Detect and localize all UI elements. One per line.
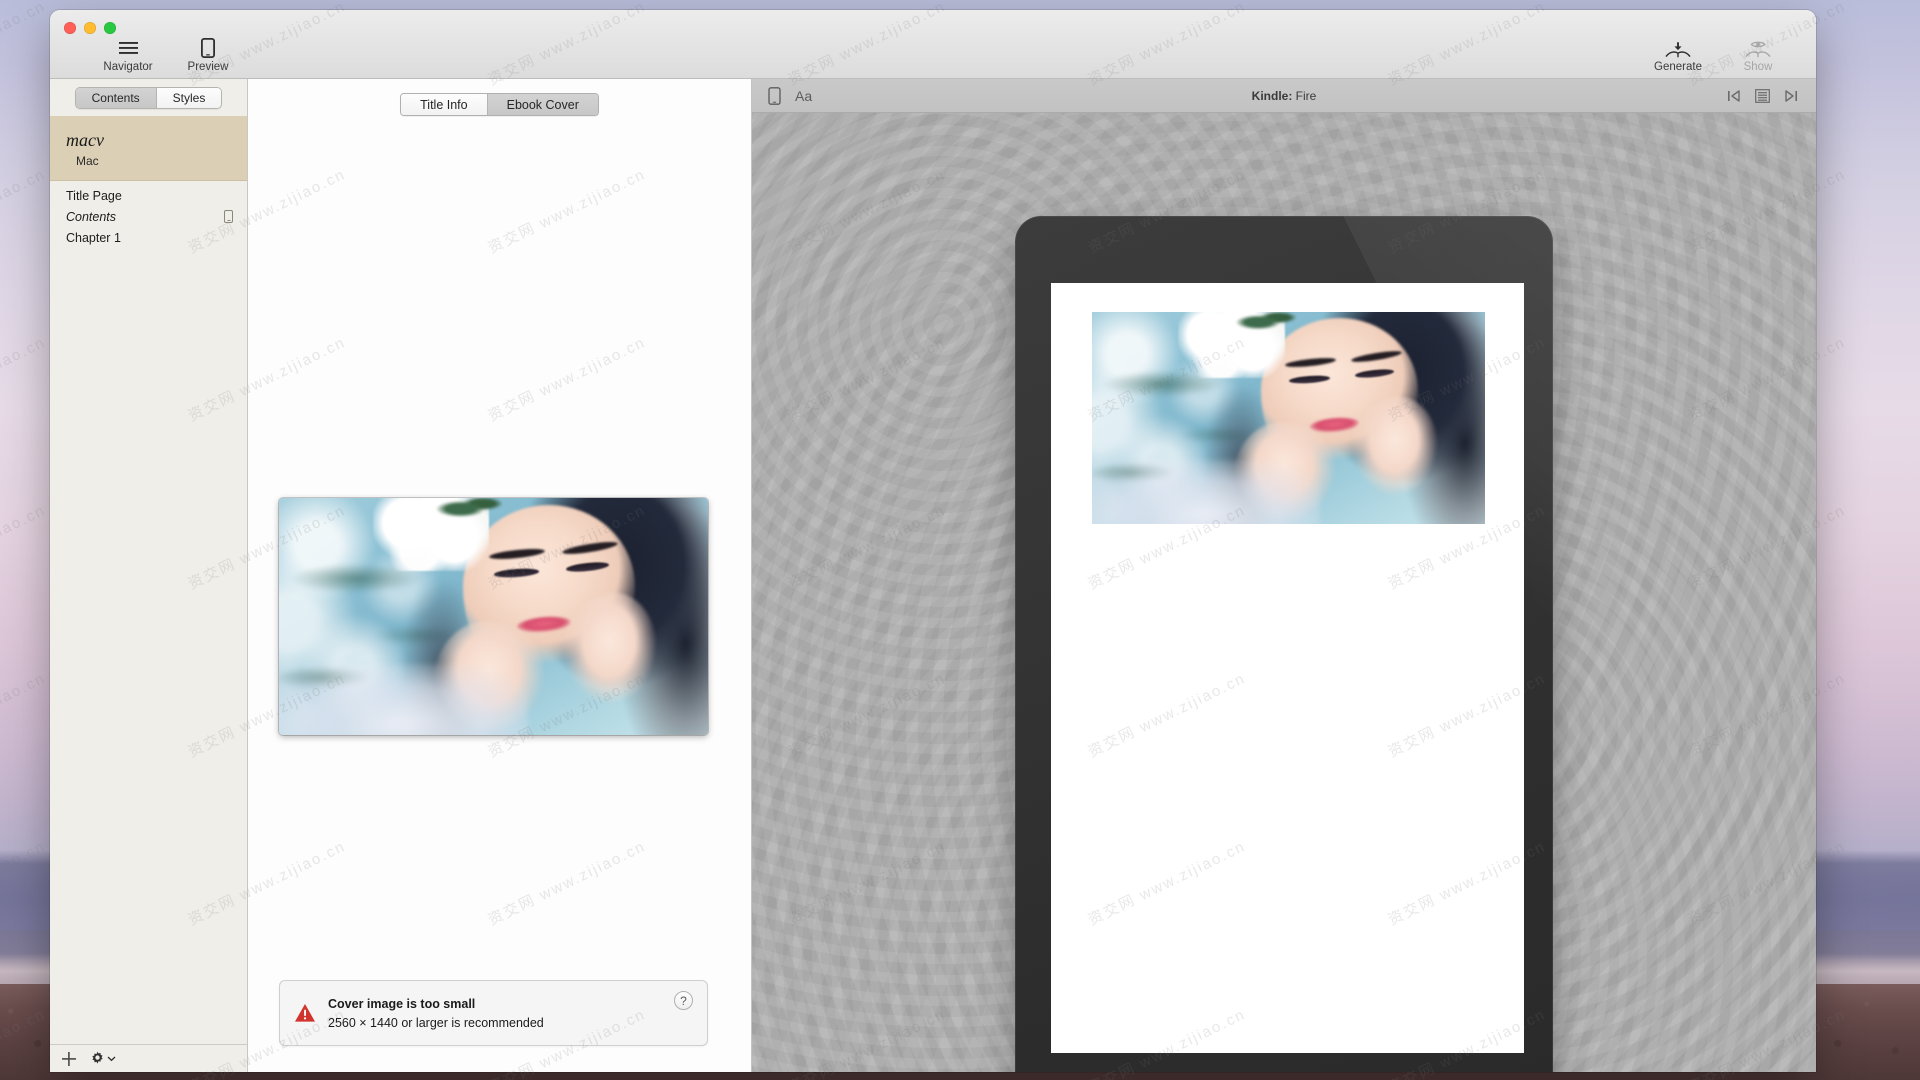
traffic-lights xyxy=(64,22,116,34)
toolbar-right-group: Generate Show xyxy=(1652,38,1784,74)
tab-styles[interactable]: Styles xyxy=(156,88,222,108)
navigator-toggle-label: Navigator xyxy=(103,61,152,74)
generate-button[interactable]: Generate xyxy=(1652,38,1704,74)
alert-message: 2560 × 1440 or larger is recommended xyxy=(328,1015,674,1032)
app-window: Navigator Preview xyxy=(50,10,1816,1072)
actions-menu-button[interactable] xyxy=(90,1051,116,1066)
gear-icon xyxy=(90,1051,105,1066)
tab-ebook-cover[interactable]: Ebook Cover xyxy=(487,94,598,115)
list-item[interactable]: Title Page xyxy=(50,185,247,206)
tab-contents[interactable]: Contents xyxy=(76,88,156,108)
preview-toolbar-right xyxy=(1727,89,1798,103)
toolbar-left-group: Navigator Preview xyxy=(102,38,234,74)
document-label: Chapter 1 xyxy=(66,231,121,245)
sidebar: Contents Styles macv Mac Title Page Cont… xyxy=(50,79,248,1072)
navigator-toggle-button[interactable]: Navigator xyxy=(102,38,154,74)
first-page-icon[interactable] xyxy=(1727,89,1741,103)
device-frame-tablet xyxy=(1015,216,1553,1072)
sidebar-segmented-control: Contents Styles xyxy=(75,87,223,109)
cover-warning-alert: Cover image is too small 2560 × 1440 or … xyxy=(279,980,708,1046)
alert-texts: Cover image is too small 2560 × 1440 or … xyxy=(328,995,674,1032)
device-icon xyxy=(224,210,233,223)
preview-device-label: Kindle: Fire xyxy=(752,89,1816,103)
show-label: Show xyxy=(1744,61,1773,74)
cover-image[interactable] xyxy=(279,498,708,735)
list-lines-icon[interactable] xyxy=(1755,89,1770,103)
book-title: macv xyxy=(50,130,247,151)
book-card[interactable]: macv Mac xyxy=(50,116,247,181)
last-page-icon[interactable] xyxy=(1784,89,1798,103)
cover-photo xyxy=(279,498,708,735)
preview-toolbar-left: Aa xyxy=(768,87,812,105)
preview-device-separator: : xyxy=(1288,89,1292,103)
generate-label: Generate xyxy=(1654,61,1702,74)
help-button[interactable]: ? xyxy=(674,991,693,1010)
plus-icon xyxy=(62,1052,76,1066)
show-button[interactable]: Show xyxy=(1732,38,1784,74)
document-list: Title Page Contents Chapter 1 xyxy=(50,181,247,248)
book-subtitle: Mac xyxy=(50,154,247,168)
text-size-button[interactable]: Aa xyxy=(795,89,812,103)
editor-segmented-control: Title Info Ebook Cover xyxy=(400,93,599,116)
sidebar-tab-bar: Contents Styles xyxy=(50,79,247,116)
preview-device-name: Fire xyxy=(1296,89,1317,103)
document-label: Title Page xyxy=(66,189,122,203)
sidebar-footer xyxy=(50,1044,247,1072)
zoom-button[interactable] xyxy=(104,22,116,34)
device-icon[interactable] xyxy=(768,87,781,105)
preview-toggle-label: Preview xyxy=(188,61,229,74)
list-item[interactable]: Chapter 1 xyxy=(50,227,247,248)
book-eye-icon xyxy=(1745,38,1771,58)
window-body: Contents Styles macv Mac Title Page Cont… xyxy=(50,79,1816,1072)
preview-photo xyxy=(1092,312,1485,524)
editor-pane: Title Info Ebook Cover xyxy=(248,79,752,1072)
editor-tab-bar: Title Info Ebook Cover xyxy=(400,93,599,116)
book-download-icon xyxy=(1665,38,1691,58)
tab-title-info[interactable]: Title Info xyxy=(401,94,486,115)
preview-pane: Aa Kindle: Fire xyxy=(752,79,1816,1072)
preview-toolbar: Aa Kindle: Fire xyxy=(752,79,1816,113)
list-item[interactable]: Contents xyxy=(50,206,247,227)
chevron-down-icon xyxy=(107,1054,116,1063)
device-icon xyxy=(201,38,215,58)
alert-title: Cover image is too small xyxy=(328,997,475,1011)
preview-stage xyxy=(752,113,1816,1072)
device-screen[interactable] xyxy=(1051,283,1524,1053)
preview-device-prefix: Kindle xyxy=(1252,89,1289,103)
document-label: Contents xyxy=(66,210,116,224)
add-document-button[interactable] xyxy=(62,1052,76,1066)
window-toolbar: Navigator Preview xyxy=(50,10,1816,79)
preview-cover-image xyxy=(1092,312,1485,524)
warning-triangle-icon xyxy=(294,1003,316,1023)
preview-toggle-button[interactable]: Preview xyxy=(182,38,234,74)
minimize-button[interactable] xyxy=(84,22,96,34)
hamburger-icon xyxy=(119,38,138,58)
close-button[interactable] xyxy=(64,22,76,34)
